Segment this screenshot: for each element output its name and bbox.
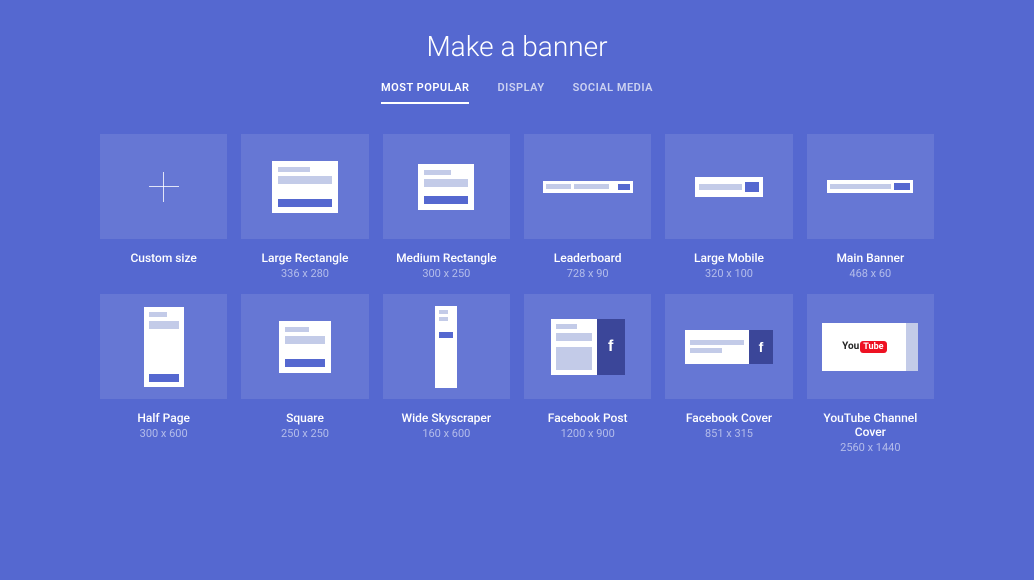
mockup-skyscraper-icon — [435, 306, 457, 388]
template-square[interactable]: Square 250 x 250 — [241, 294, 368, 454]
template-facebook-post[interactable]: f Facebook Post 1200 x 900 — [524, 294, 651, 454]
mockup-half-page-icon — [144, 307, 184, 387]
main-container: Make a banner MOST POPULAR DISPLAY SOCIA… — [0, 0, 1034, 454]
card-label: Facebook Cover — [665, 411, 792, 425]
facebook-f-icon: f — [597, 319, 625, 375]
card-label: YouTube Channel Cover — [807, 411, 934, 439]
preview-large-rectangle — [241, 134, 368, 239]
template-medium-rectangle[interactable]: Medium Rectangle 300 x 250 — [383, 134, 510, 280]
mockup-youtube-icon: YouTube — [822, 323, 918, 371]
card-label: Facebook Post — [524, 411, 651, 425]
youtube-logo-icon: YouTube — [842, 341, 886, 353]
card-dims: 300 x 600 — [100, 427, 227, 440]
preview-facebook-cover: f — [665, 294, 792, 399]
template-half-page[interactable]: Half Page 300 x 600 — [100, 294, 227, 454]
tabs-bar: MOST POPULAR DISPLAY SOCIAL MEDIA — [100, 81, 934, 104]
card-dims: 468 x 60 — [807, 267, 934, 280]
mockup-square-icon — [279, 321, 331, 373]
card-dims: 1200 x 900 — [524, 427, 651, 440]
template-wide-skyscraper[interactable]: Wide Skyscraper 160 x 600 — [383, 294, 510, 454]
template-custom-size[interactable]: Custom size — [100, 134, 227, 280]
card-dims: 851 x 315 — [665, 427, 792, 440]
card-label: Medium Rectangle — [383, 251, 510, 265]
preview-medium-rectangle — [383, 134, 510, 239]
mockup-large-rectangle-icon — [272, 161, 338, 213]
template-facebook-cover[interactable]: f Facebook Cover 851 x 315 — [665, 294, 792, 454]
mockup-main-banner-icon — [827, 180, 913, 193]
preview-youtube-cover: YouTube — [807, 294, 934, 399]
mockup-facebook-post-icon: f — [551, 319, 625, 375]
card-dims: 300 x 250 — [383, 267, 510, 280]
card-label: Main Banner — [807, 251, 934, 265]
preview-leaderboard — [524, 134, 651, 239]
preview-custom — [100, 134, 227, 239]
card-dims: 728 x 90 — [524, 267, 651, 280]
template-large-rectangle[interactable]: Large Rectangle 336 x 280 — [241, 134, 368, 280]
card-dims: 336 x 280 — [241, 267, 368, 280]
card-dims: 320 x 100 — [665, 267, 792, 280]
preview-half-page — [100, 294, 227, 399]
template-main-banner[interactable]: Main Banner 468 x 60 — [807, 134, 934, 280]
mockup-large-mobile-icon — [695, 177, 763, 197]
facebook-f-icon: f — [749, 330, 773, 364]
preview-wide-skyscraper — [383, 294, 510, 399]
card-label: Wide Skyscraper — [383, 411, 510, 425]
mockup-leaderboard-icon — [543, 181, 633, 193]
preview-facebook-post: f — [524, 294, 651, 399]
card-label: Large Mobile — [665, 251, 792, 265]
tab-most-popular[interactable]: MOST POPULAR — [381, 81, 469, 104]
preview-square — [241, 294, 368, 399]
plus-icon — [149, 172, 179, 202]
preview-large-mobile — [665, 134, 792, 239]
template-leaderboard[interactable]: Leaderboard 728 x 90 — [524, 134, 651, 280]
template-grid: Custom size Large Rectangle 336 x 280 Me… — [100, 134, 934, 454]
tab-social-media[interactable]: SOCIAL MEDIA — [573, 81, 653, 104]
template-youtube-cover[interactable]: YouTube YouTube Channel Cover 2560 x 144… — [807, 294, 934, 454]
card-label: Large Rectangle — [241, 251, 368, 265]
card-label: Custom size — [100, 251, 227, 265]
card-label: Half Page — [100, 411, 227, 425]
card-label: Square — [241, 411, 368, 425]
card-dims: 250 x 250 — [241, 427, 368, 440]
mockup-facebook-cover-icon: f — [685, 330, 773, 364]
card-dims: 160 x 600 — [383, 427, 510, 440]
preview-main-banner — [807, 134, 934, 239]
template-large-mobile[interactable]: Large Mobile 320 x 100 — [665, 134, 792, 280]
card-label: Leaderboard — [524, 251, 651, 265]
card-dims: 2560 x 1440 — [807, 441, 934, 454]
tab-display[interactable]: DISPLAY — [497, 81, 544, 104]
page-title: Make a banner — [100, 30, 934, 63]
mockup-medium-rectangle-icon — [418, 164, 474, 210]
